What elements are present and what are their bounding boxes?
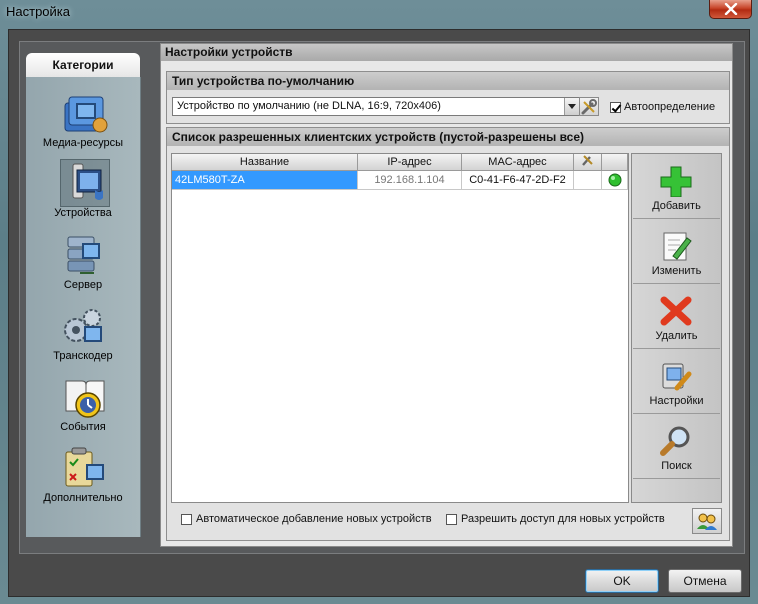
- sidebar-item-server[interactable]: Сервер: [26, 229, 140, 299]
- device-type-settings-button[interactable]: [579, 97, 599, 116]
- sidebar-item-devices[interactable]: Устройства: [26, 157, 140, 227]
- sidebar-item-label: События: [60, 421, 106, 433]
- edit-button[interactable]: Изменить: [633, 220, 720, 284]
- column-header-status[interactable]: [602, 154, 628, 171]
- users-button[interactable]: [692, 508, 722, 534]
- default-device-type-select[interactable]: Устройство по умолчанию (не DLNA, 16:9, …: [172, 97, 580, 116]
- window-frame: Настройка Категории Медиа-ресурсы Устрой…: [0, 0, 758, 604]
- tools-icon: [581, 98, 597, 114]
- sidebar-item-additional[interactable]: Дополнительно: [26, 442, 140, 512]
- allow-new-checkbox[interactable]: Разрешить доступ для новых устройств: [446, 513, 665, 525]
- edit-icon: [659, 230, 693, 262]
- autodetect-checkbox[interactable]: Автоопределение: [610, 101, 715, 113]
- devices-icon: [60, 159, 110, 207]
- auto-add-checkbox[interactable]: Автоматическое добавление новых устройст…: [181, 513, 432, 525]
- search-icon: [659, 425, 693, 457]
- chevron-down-icon[interactable]: [564, 98, 579, 115]
- sidebar-item-label: Медиа-ресурсы: [42, 137, 124, 149]
- settings-label: Настройки: [649, 395, 704, 407]
- autodetect-label: Автоопределение: [624, 101, 716, 114]
- column-header-settings[interactable]: [574, 154, 602, 171]
- server-icon: [60, 233, 110, 279]
- column-header-mac[interactable]: MAC-адрес: [462, 154, 574, 171]
- settings-icon: [659, 360, 693, 392]
- cell-settings: [574, 171, 602, 190]
- allow-new-label: Разрешить доступ для новых устройств: [461, 513, 665, 526]
- additional-icon: [60, 446, 110, 492]
- add-button[interactable]: Добавить: [633, 155, 720, 219]
- cell-ip: 192.168.1.104: [358, 171, 462, 190]
- default-device-type-group: Тип устройства по-умолчанию Устройство п…: [166, 71, 730, 124]
- sidebar-item-label: Транскодер: [53, 350, 113, 362]
- sidebar-item-events[interactable]: События: [26, 371, 140, 441]
- device-settings-button[interactable]: Настройки: [633, 350, 720, 414]
- devices-table[interactable]: Название IP-адрес MAC-адрес 42LM580T-ZA …: [171, 153, 629, 503]
- device-settings-panel: Настройки устройств Тип устройства по-ум…: [160, 43, 733, 547]
- group-title: Список разрешенных клиентских устройств …: [167, 128, 729, 146]
- status-online-icon: [608, 173, 621, 187]
- selected-value: Устройство по умолчанию (не DLNA, 16:9, …: [177, 100, 441, 112]
- sidebar-item-label: Устройства: [54, 207, 112, 219]
- delete-label: Удалить: [655, 330, 698, 342]
- group-title: Тип устройства по-умолчанию: [167, 72, 729, 90]
- checkbox[interactable]: [181, 513, 192, 525]
- sidebar-item-label: Сервер: [63, 279, 103, 291]
- cell-status: [602, 171, 628, 190]
- delete-icon: [659, 295, 693, 327]
- column-header-name[interactable]: Название: [172, 154, 358, 171]
- delete-button[interactable]: Удалить: [633, 285, 720, 349]
- add-label: Добавить: [652, 200, 701, 212]
- cell-name: 42LM580T-ZA: [172, 171, 358, 190]
- window-title: Настройка: [6, 4, 70, 19]
- ok-button[interactable]: OK: [585, 569, 659, 593]
- sidebar-item-transcoder[interactable]: Транскодер: [26, 300, 140, 370]
- edit-label: Изменить: [651, 265, 702, 277]
- list-options-bar: Автоматическое добавление новых устройст…: [171, 506, 723, 534]
- categories-header: Категории: [26, 53, 140, 77]
- cell-mac: C0-41-F6-47-2D-F2: [462, 171, 574, 190]
- close-icon: [724, 3, 737, 15]
- cancel-button[interactable]: Отмена: [668, 569, 742, 593]
- device-actions: Добавить Изменить Удалить Настройки Поис…: [631, 153, 722, 503]
- checkbox[interactable]: [446, 513, 457, 525]
- checkbox[interactable]: [610, 101, 621, 113]
- allowed-devices-group: Список разрешенных клиентских устройств …: [166, 127, 730, 541]
- search-button[interactable]: Поиск: [633, 415, 720, 479]
- sidebar-item-media-resources[interactable]: Медиа-ресурсы: [26, 87, 140, 157]
- transcoder-icon: [60, 304, 110, 350]
- search-label: Поиск: [661, 460, 692, 472]
- title-bar[interactable]: Настройка: [0, 0, 758, 24]
- events-icon: [60, 375, 110, 421]
- tools-icon: [581, 155, 593, 166]
- users-icon: [697, 513, 717, 530]
- media-resources-icon: [60, 91, 110, 137]
- sidebar-item-label: Дополнительно: [43, 492, 123, 504]
- panel-title: Настройки устройств: [161, 44, 732, 61]
- categories-list: Медиа-ресурсы Устройства Сервер Транскод…: [26, 77, 141, 537]
- add-icon: [659, 165, 693, 198]
- column-header-ip[interactable]: IP-адрес: [358, 154, 462, 171]
- auto-add-label: Автоматическое добавление новых устройст…: [196, 513, 432, 526]
- close-button[interactable]: [709, 0, 752, 19]
